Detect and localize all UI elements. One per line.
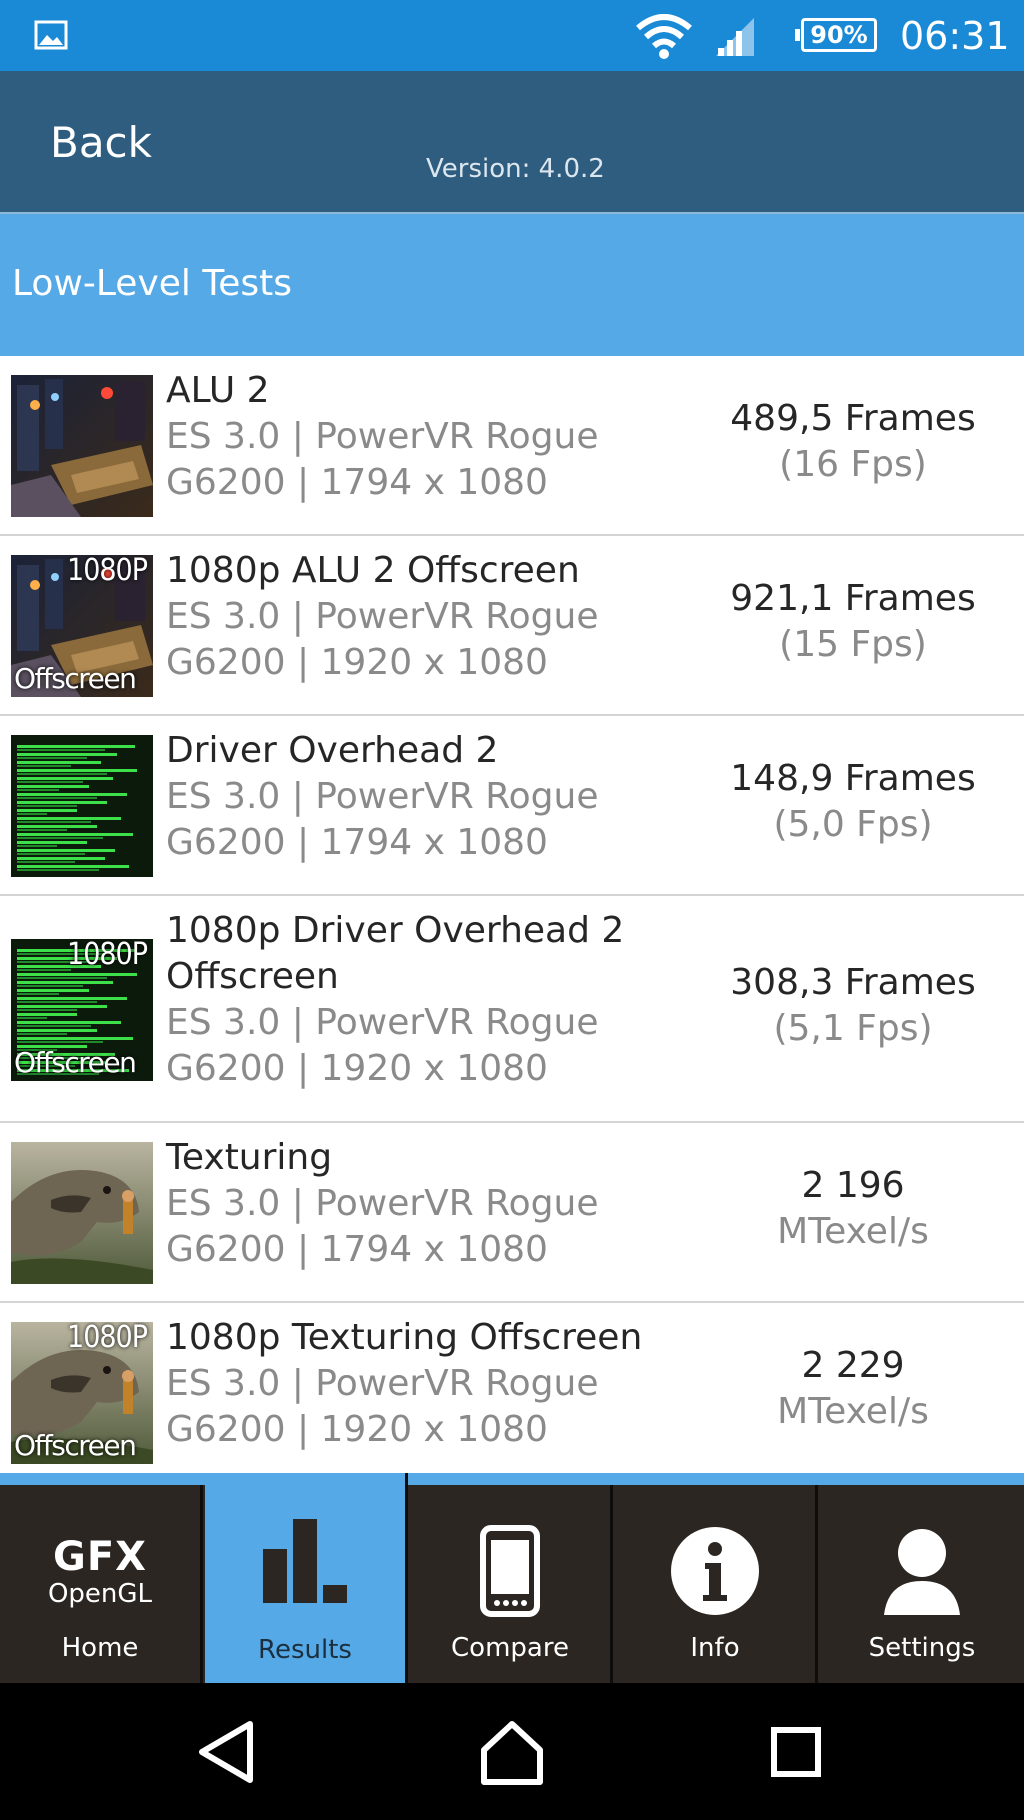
results-list: ALU 2 ES 3.0 | PowerVR Rogue G6200 | 1794 … [0,356,1024,1483]
test-details: G6200 | 1920 x 1080 [166,1048,548,1089]
result-secondary: MTexel/s [777,1391,929,1432]
clock: 06:31 [900,14,1010,58]
thumbnail-offscreen-label: Offscreen [14,1046,137,1079]
test-title: Texturing [166,1137,333,1178]
test-result: 2 196 MTexel/s [700,1163,1006,1255]
result-row[interactable]: ALU 2 ES 3.0 | PowerVR Rogue G6200 | 1794 … [0,356,1024,536]
gfx-logo-icon: GFX [53,1534,147,1580]
result-value: 2 229 [801,1345,905,1386]
test-title: 1080p ALU 2 Offscreen [166,550,580,591]
section-title: Low-Level Tests [12,263,293,304]
thumbnail-resolution-label: 1080P [67,1322,148,1355]
back-button[interactable]: Back [50,115,152,171]
tab-label: Compare [451,1633,569,1663]
test-details: ES 3.0 | PowerVR Rogue [166,596,599,637]
tab-settings[interactable]: Settings [820,1485,1024,1683]
result-row[interactable]: 1080P Offscreen 1080p ALU 2 Offscreen ES 3.… [0,536,1024,716]
test-details: G6200 | 1794 x 1080 [166,1229,548,1270]
test-title: 1080p Texturing Offscreen [166,1317,643,1358]
test-title: ALU 2 [166,370,270,411]
status-bar: 90% 06:31 [0,0,1024,71]
battery-icon: 90% [795,18,877,52]
tab-info[interactable]: Info [615,1485,818,1683]
back-triangle-icon[interactable] [192,1716,264,1788]
test-details: G6200 | 1920 x 1080 [166,1409,548,1450]
thumbnail-offscreen-label: Offscreen [14,1429,137,1462]
result-value: 2 196 [801,1165,905,1206]
thumbnail-resolution-label: 1080P [67,555,148,588]
result-value: 148,9 Frames [730,758,976,799]
recents-square-icon[interactable] [760,1716,832,1788]
info-icon [671,1527,759,1615]
result-row[interactable]: Driver Overhead 2 ES 3.0 | PowerVR Rogue G… [0,716,1024,896]
test-details: ES 3.0 | PowerVR Rogue [166,416,599,457]
thumbnail-resolution-label: 1080P [67,939,148,972]
section-header: Low-Level Tests [0,214,1024,356]
result-row[interactable]: Texturing ES 3.0 | PowerVR Rogue G6200 | 1… [0,1123,1024,1303]
result-row[interactable]: 1080P Offscreen 1080p Driver Overhead 2 Off… [0,896,1024,1123]
result-secondary: (16 Fps) [779,444,927,485]
gfx-logo-subtitle: OpenGL [47,1579,153,1609]
tab-label: Info [690,1633,740,1663]
result-secondary: MTexel/s [777,1211,929,1252]
test-details: ES 3.0 | PowerVR Rogue [166,1002,599,1043]
phone-icon [480,1525,540,1617]
test-title: Offscreen [166,956,339,997]
result-secondary: (15 Fps) [779,624,927,665]
test-thumbnail [11,735,153,877]
test-details: G6200 | 1794 x 1080 [166,822,548,863]
tab-home[interactable]: GFX OpenGL Home [0,1485,203,1683]
tab-label: Results [258,1635,352,1665]
test-details: ES 3.0 | PowerVR Rogue [166,1363,599,1404]
signal-icon [716,18,754,56]
test-title: Driver Overhead 2 [166,730,499,771]
version-label: Version: 4.0.2 [426,154,605,184]
tab-compare[interactable]: Compare [410,1485,613,1683]
result-value: 921,1 Frames [730,578,976,619]
test-result: 2 229 MTexel/s [700,1343,1006,1435]
test-thumbnail: 1080P Offscreen [11,1322,153,1464]
test-details: ES 3.0 | PowerVR Rogue [166,1183,599,1224]
test-thumbnail: 1080P Offscreen [11,939,153,1081]
wifi-icon [636,14,692,59]
result-secondary: (5,0 Fps) [773,804,933,845]
test-result: 489,5 Frames (16 Fps) [700,396,1006,488]
tab-label: Settings [868,1633,976,1663]
tab-label: Home [61,1633,139,1663]
gallery-icon [34,20,68,50]
tab-bar: GFX OpenGL Home Results Compare Info Set… [0,1473,1024,1683]
result-secondary: (5,1 Fps) [773,1008,933,1049]
test-details: G6200 | 1794 x 1080 [166,462,548,503]
test-details: ES 3.0 | PowerVR Rogue [166,776,599,817]
bar-chart-icon [263,1519,347,1603]
test-result: 921,1 Frames (15 Fps) [700,576,1006,668]
test-title: 1080p Driver Overhead 2 [166,910,625,951]
result-row[interactable]: 1080P Offscreen 1080p Texturing Offscreen E… [0,1303,1024,1483]
user-icon [884,1529,960,1615]
test-result: 148,9 Frames (5,0 Fps) [700,756,1006,848]
thumbnail-offscreen-label: Offscreen [14,662,137,695]
test-thumbnail: 1080P Offscreen [11,555,153,697]
tabbar-accent-line [0,1473,1024,1485]
tab-results[interactable]: Results [205,1473,408,1683]
test-thumbnail [11,375,153,517]
test-result: 308,3 Frames (5,1 Fps) [700,960,1006,1052]
home-outline-icon[interactable] [476,1716,548,1788]
system-nav-bar [0,1683,1024,1820]
result-value: 308,3 Frames [730,962,976,1003]
test-details: G6200 | 1920 x 1080 [166,642,548,683]
result-value: 489,5 Frames [730,398,976,439]
test-thumbnail [11,1142,153,1284]
app-header: Back Version: 4.0.2 [0,71,1024,212]
